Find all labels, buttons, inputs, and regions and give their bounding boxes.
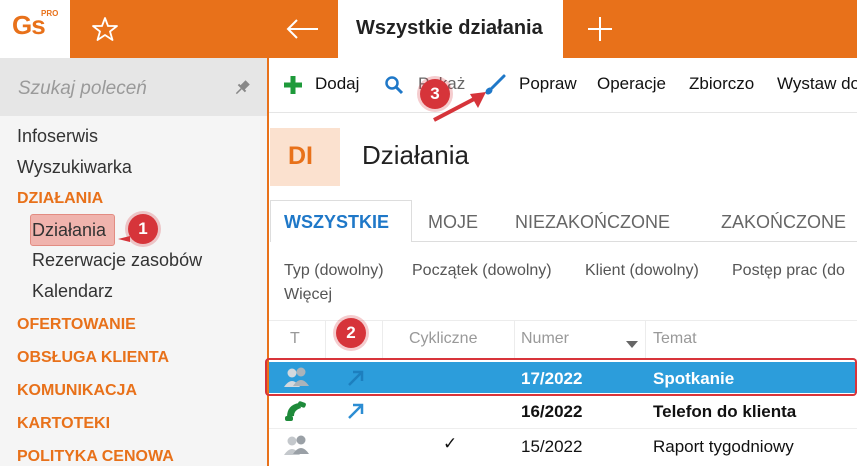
arrow-up-right-icon[interactable] — [345, 400, 367, 422]
sidebar-divider — [267, 58, 269, 466]
tab-niezakonczone[interactable]: NIEZAKOŃCZONE — [515, 212, 670, 233]
app-logo[interactable]: Gs PRO — [0, 0, 70, 58]
sidebar-section-obsluga-klienta[interactable]: OBSŁUGA KLIENTA — [17, 349, 169, 367]
module-badge: DI — [270, 128, 340, 186]
row-subject: Telefon do klienta — [653, 402, 797, 421]
tab-moje[interactable]: MOJE — [428, 212, 478, 233]
people-icon — [282, 433, 312, 459]
tab-active-label: Wszystkie działania — [356, 17, 543, 39]
sidebar-section-kartoteki[interactable]: KARTOTEKI — [17, 415, 110, 433]
sidebar-section-ofertowanie[interactable]: OFERTOWANIE — [17, 316, 136, 334]
toolbar-divider — [269, 112, 857, 113]
row-divider — [269, 428, 857, 429]
pin-icon[interactable] — [232, 78, 252, 98]
tab-wszystkie[interactable]: WSZYSTKIE — [284, 212, 389, 233]
logo-text: Gs — [12, 10, 46, 40]
filter-more[interactable]: Więcej — [284, 286, 332, 304]
column-separator — [382, 320, 383, 360]
phone-icon — [283, 399, 311, 425]
back-arrow-icon[interactable] — [282, 14, 322, 44]
column-header-subject[interactable]: Temat — [653, 330, 697, 348]
tabs-baseline — [412, 241, 857, 242]
sidebar-item-dzialania[interactable]: Działania — [32, 220, 106, 241]
tab-active[interactable]: Wszystkie działania — [338, 0, 563, 58]
add-icon[interactable] — [283, 75, 303, 95]
sidebar-item-infoserwis[interactable]: Infoserwis — [17, 126, 98, 147]
column-separator — [514, 320, 515, 360]
filter-start[interactable]: Początek (dowolny) — [412, 262, 552, 280]
annotation-arrow — [430, 84, 490, 124]
filter-client[interactable]: Klient (dowolny) — [585, 262, 699, 280]
search-icon[interactable] — [384, 75, 404, 95]
annotation-marker-1: 1 — [128, 214, 158, 244]
sidebar-section-komunikacja[interactable]: KOMUNIKACJA — [17, 382, 137, 400]
sidebar-item-rezerwacje[interactable]: Rezerwacje zasobów — [32, 250, 202, 271]
command-search-input[interactable]: Szukaj poleceń — [0, 58, 267, 116]
issue-button[interactable]: Wystaw do — [777, 74, 857, 94]
tab-zakonczone[interactable]: ZAKOŃCZONE — [721, 212, 846, 233]
filter-type[interactable]: Typ (dowolny) — [284, 262, 384, 280]
filter-progress[interactable]: Postęp prac (do — [732, 262, 845, 280]
new-tab-plus-icon[interactable] — [585, 14, 615, 44]
row-subject: Raport tygodniowy — [653, 437, 794, 456]
module-badge-text: DI — [288, 142, 313, 170]
sidebar-item-wyszukiwarka[interactable]: Wyszukiwarka — [17, 157, 132, 178]
column-header-number[interactable]: Numer — [521, 330, 569, 348]
sidebar-section-dzialania[interactable]: DZIAŁANIA — [17, 190, 103, 208]
annotation-marker-2: 2 — [336, 318, 366, 348]
star-icon[interactable] — [90, 14, 120, 44]
logo-pro: PRO — [41, 9, 59, 18]
column-separator — [325, 320, 326, 360]
search-placeholder: Szukaj poleceń — [18, 78, 147, 99]
cyclic-checkmark: ✓ — [443, 434, 458, 453]
sort-desc-icon[interactable] — [626, 336, 638, 348]
row-highlight-outline — [265, 358, 857, 396]
fix-button[interactable]: Popraw — [519, 74, 577, 94]
row-number: 15/2022 — [521, 437, 583, 456]
column-header-type[interactable]: T — [290, 330, 300, 348]
bulk-button[interactable]: Zbiorczo — [689, 74, 754, 94]
operations-button[interactable]: Operacje — [597, 74, 666, 94]
column-separator — [645, 320, 646, 360]
page-title: Działania — [362, 140, 469, 170]
column-header-cyclic[interactable]: Cykliczne — [409, 330, 477, 348]
sidebar-item-kalendarz[interactable]: Kalendarz — [32, 281, 113, 302]
sidebar-section-polityka-cenowa[interactable]: POLITYKA CENOWA — [17, 448, 174, 466]
row-number: 16/2022 — [521, 402, 583, 421]
add-button[interactable]: Dodaj — [315, 74, 359, 94]
